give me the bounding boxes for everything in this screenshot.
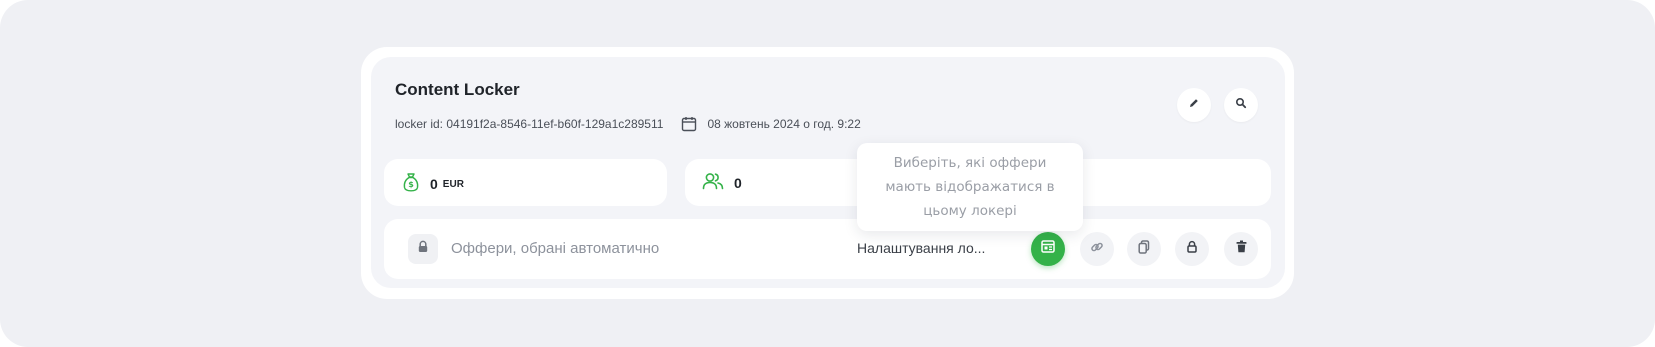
calendar-icon (681, 116, 697, 132)
search-button[interactable] (1224, 88, 1258, 122)
svg-text:$: $ (408, 180, 414, 189)
offer-settings-button[interactable] (1031, 232, 1065, 266)
money-bag-icon: $ (402, 172, 420, 195)
earnings-currency: EUR (442, 179, 464, 190)
offer-settings-icon (1041, 240, 1055, 258)
locker-settings-link[interactable]: Налаштування ло... (857, 240, 985, 256)
offer-settings-tooltip: Виберіть, які оффери мають відображатися… (857, 143, 1083, 231)
lock-locker-button[interactable] (1175, 232, 1209, 266)
copy-icon (1138, 239, 1150, 259)
copy-link-button[interactable] (1080, 232, 1114, 266)
link-icon (1090, 240, 1104, 259)
offers-mode-label: Оффери, обрані автоматично (451, 240, 660, 257)
padlock-icon (1186, 240, 1198, 258)
search-icon (1235, 96, 1247, 114)
earnings-value: 0 (430, 175, 438, 192)
users-value: 0 (734, 174, 742, 191)
users-icon (702, 172, 724, 193)
offers-lock-toggle[interactable] (408, 234, 438, 264)
locker-title: Content Locker (395, 80, 520, 99)
edit-button[interactable] (1177, 88, 1211, 122)
locker-meta: locker id: 04191f2a-8546-11ef-b60f-129a1… (395, 116, 861, 132)
lock-icon (417, 240, 429, 258)
delete-button[interactable] (1224, 232, 1258, 266)
pencil-icon (1188, 96, 1200, 114)
trash-icon (1236, 240, 1247, 258)
tooltip-text: Виберіть, які оффери мають відображатися… (885, 155, 1055, 219)
locker-created-date: 08 жовтень 2024 о год. 9:22 (707, 117, 861, 131)
locker-id: locker id: 04191f2a-8546-11ef-b60f-129a1… (395, 117, 664, 131)
earnings-stat: $ 0 EUR (384, 159, 667, 206)
duplicate-button[interactable] (1127, 232, 1161, 266)
